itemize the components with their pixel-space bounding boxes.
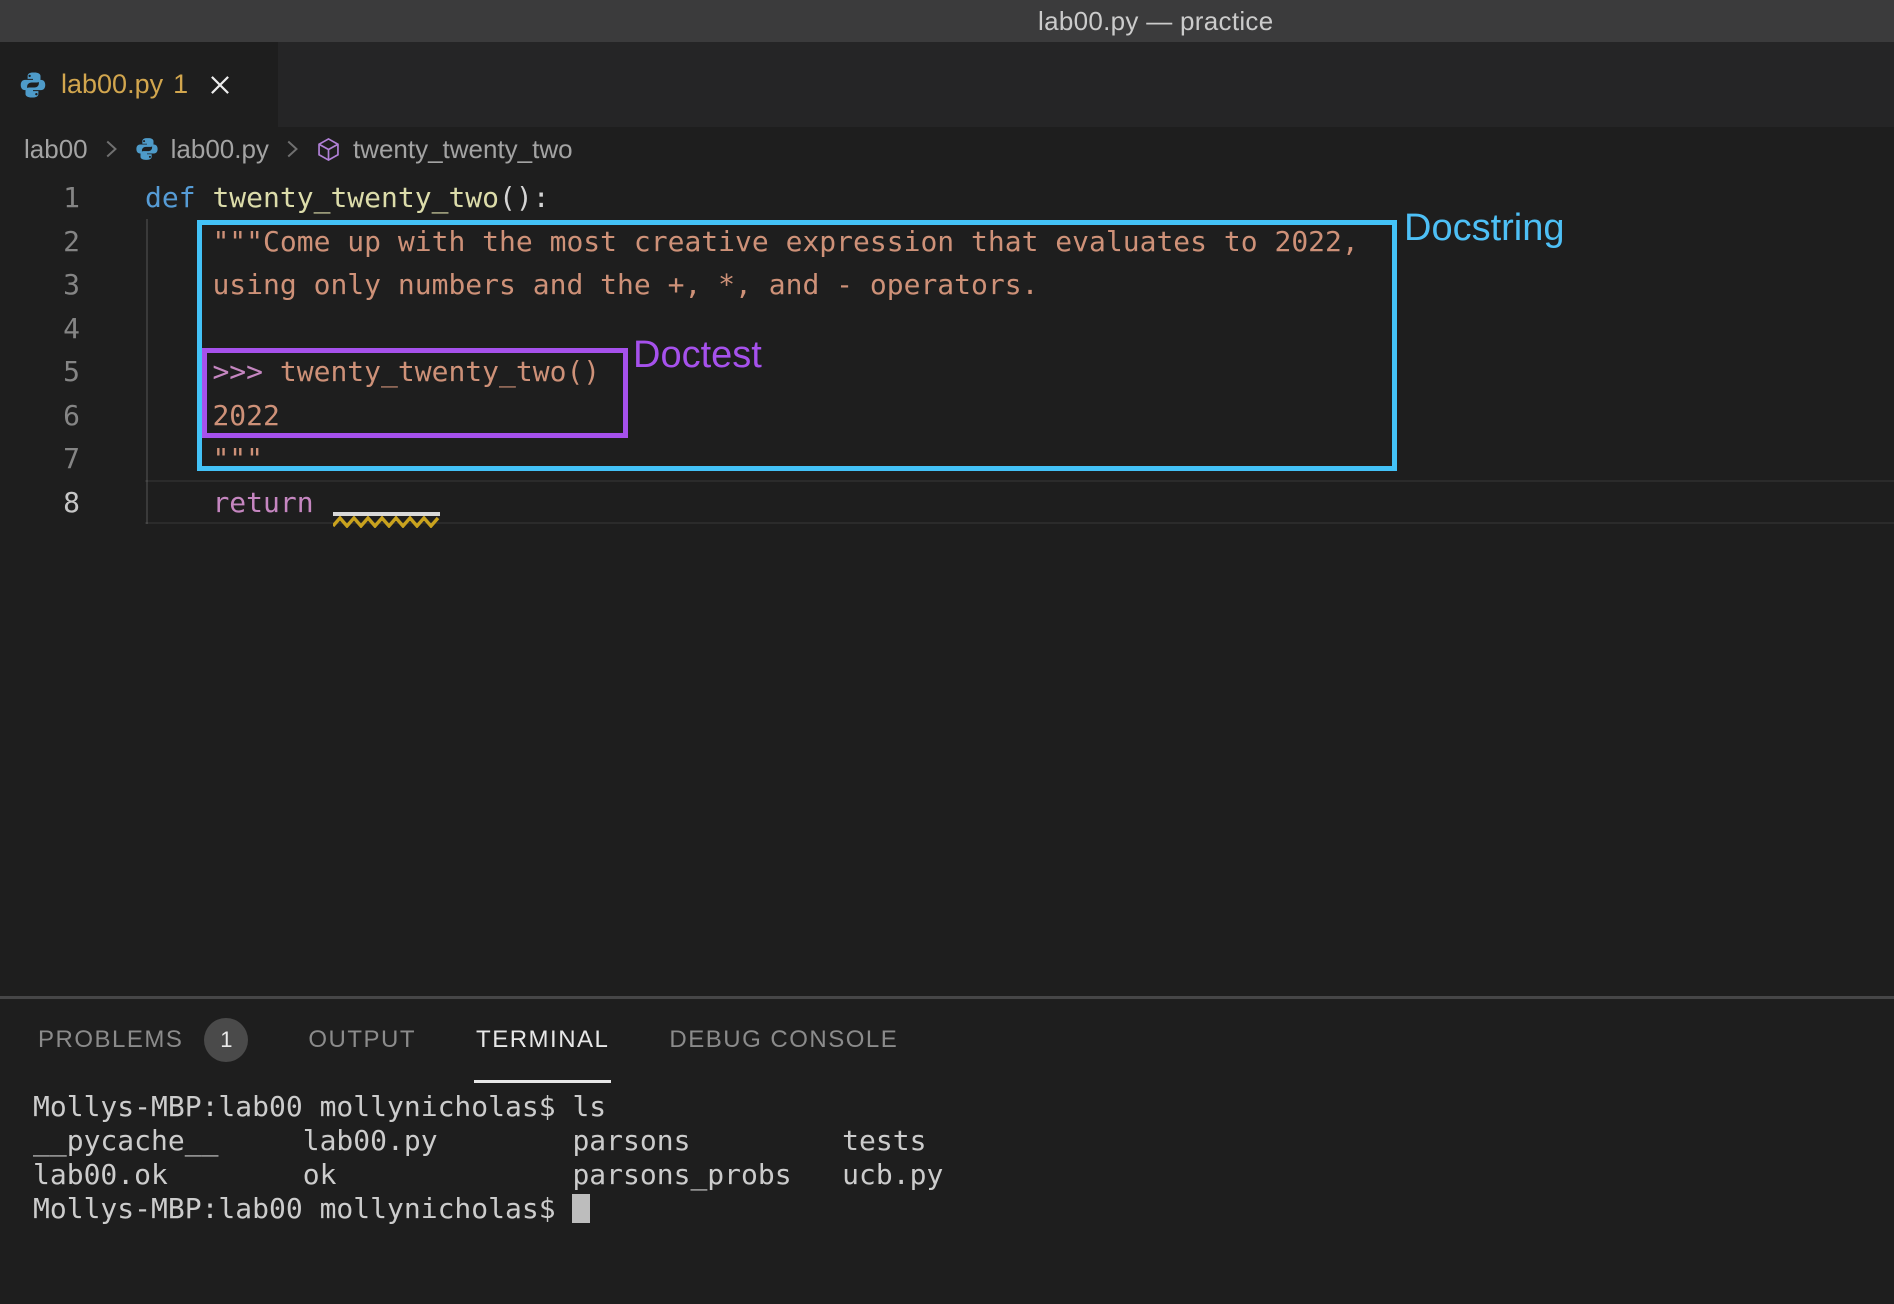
panel-tab-label: DEBUG CONSOLE <box>669 1026 898 1054</box>
line-number: 4 <box>0 307 80 351</box>
terminal-line: Mollys-MBP:lab00 mollynicholas$ <box>33 1192 1873 1226</box>
tab-label: lab00.py <box>61 69 163 100</box>
code-token: (): <box>499 181 550 214</box>
panel-tab-terminal[interactable]: TERMINAL <box>474 999 611 1083</box>
code-line[interactable]: def twenty_twenty_two(): <box>145 176 550 220</box>
line-number: 1 <box>0 176 80 220</box>
code-editor[interactable]: 12345678 def twenty_twenty_two(): """Com… <box>0 171 1894 997</box>
breadcrumb-item-function[interactable]: twenty_twenty_two <box>353 134 573 165</box>
tab-bar: lab00.py 1 <box>0 42 1894 127</box>
chevron-right-icon <box>280 137 304 161</box>
panel-tab-label: TERMINAL <box>476 1026 609 1054</box>
code-token: return <box>212 486 330 519</box>
problems-count-badge: 1 <box>204 1018 248 1062</box>
window-title: lab00.py — practice <box>1038 6 1274 37</box>
close-icon[interactable] <box>206 71 234 99</box>
terminal-output[interactable]: Mollys-MBP:lab00 mollynicholas$ ls__pyca… <box>33 1090 1873 1226</box>
symbol-function-cube-icon <box>315 136 342 163</box>
terminal-line: lab00.ok ok parsons_probs ucb.py <box>33 1158 1873 1192</box>
panel-tab-debug-console[interactable]: DEBUG CONSOLE <box>667 999 900 1083</box>
panel-tab-bar: PROBLEMS 1 OUTPUT TERMINAL DEBUG CONSOLE <box>36 999 900 1083</box>
line-number: 7 <box>0 437 80 481</box>
doctest-annotation-label: Doctest <box>633 334 762 377</box>
chevron-right-icon <box>99 137 123 161</box>
line-number: 6 <box>0 394 80 438</box>
tab-lab00py[interactable]: lab00.py 1 <box>0 42 278 127</box>
terminal-line: __pycache__ lab00.py parsons tests <box>33 1124 1873 1158</box>
python-icon <box>18 70 48 100</box>
code-token: twenty_twenty_two <box>212 181 499 214</box>
panel-tab-output[interactable]: OUTPUT <box>306 999 418 1083</box>
title-bar: lab00.py — practice <box>0 0 1894 42</box>
panel-tab-label: OUTPUT <box>308 1026 416 1054</box>
warning-squiggle-icon <box>333 515 440 533</box>
terminal-cursor <box>572 1194 590 1223</box>
current-line-border-top <box>145 480 1894 482</box>
doctest-annotation-box <box>202 348 628 438</box>
line-number: 8 <box>0 481 80 525</box>
line-number: 5 <box>0 350 80 394</box>
tab-problem-count-badge: 1 <box>173 69 188 100</box>
terminal-line: Mollys-MBP:lab00 mollynicholas$ ls <box>33 1090 1873 1124</box>
code-line[interactable]: return <box>145 481 330 525</box>
vscode-window: lab00.py — practice lab00.py 1 lab00 <box>0 0 1894 1304</box>
python-icon <box>134 136 160 162</box>
breadcrumb-item-lab00py[interactable]: lab00.py <box>171 134 269 165</box>
panel-tab-problems[interactable]: PROBLEMS 1 <box>36 999 250 1083</box>
line-number: 3 <box>0 263 80 307</box>
breadcrumb: lab00 lab00.py twenty_twenty_two <box>24 127 573 171</box>
breadcrumb-item-lab00[interactable]: lab00 <box>24 134 88 165</box>
panel-tab-label: PROBLEMS <box>38 1026 183 1054</box>
code-token: def <box>145 181 212 214</box>
line-number: 2 <box>0 220 80 264</box>
code-token <box>145 486 212 519</box>
docstring-annotation-label: Docstring <box>1404 207 1565 250</box>
